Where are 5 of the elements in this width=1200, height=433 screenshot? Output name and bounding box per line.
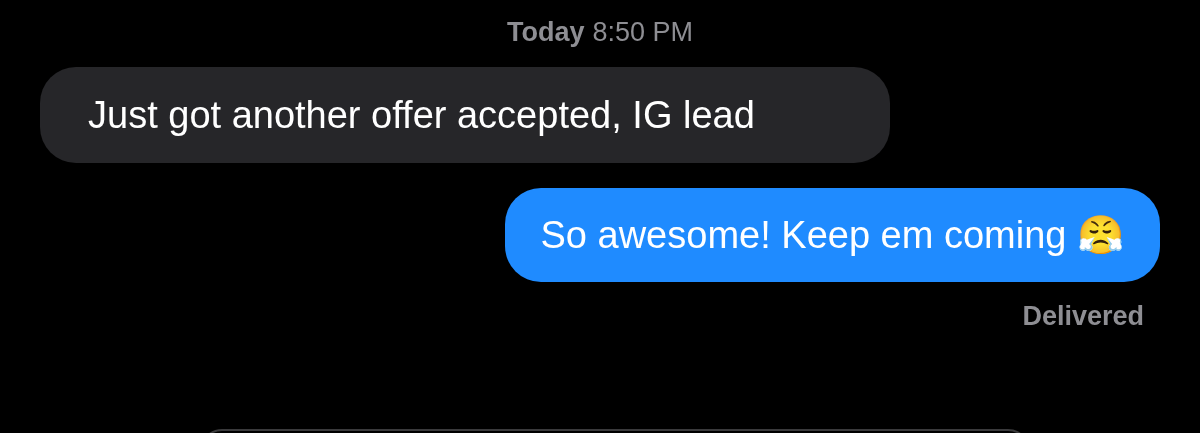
received-message-bubble: Just got another offer accepted, IG lead xyxy=(40,66,890,163)
date-label: Today xyxy=(506,16,585,49)
sent-message-bubble: So awesome! Keep em coming 😤 xyxy=(504,187,1160,282)
delivery-status: Delivered xyxy=(1022,299,1144,333)
time-label: 8:50 PM xyxy=(592,16,694,49)
